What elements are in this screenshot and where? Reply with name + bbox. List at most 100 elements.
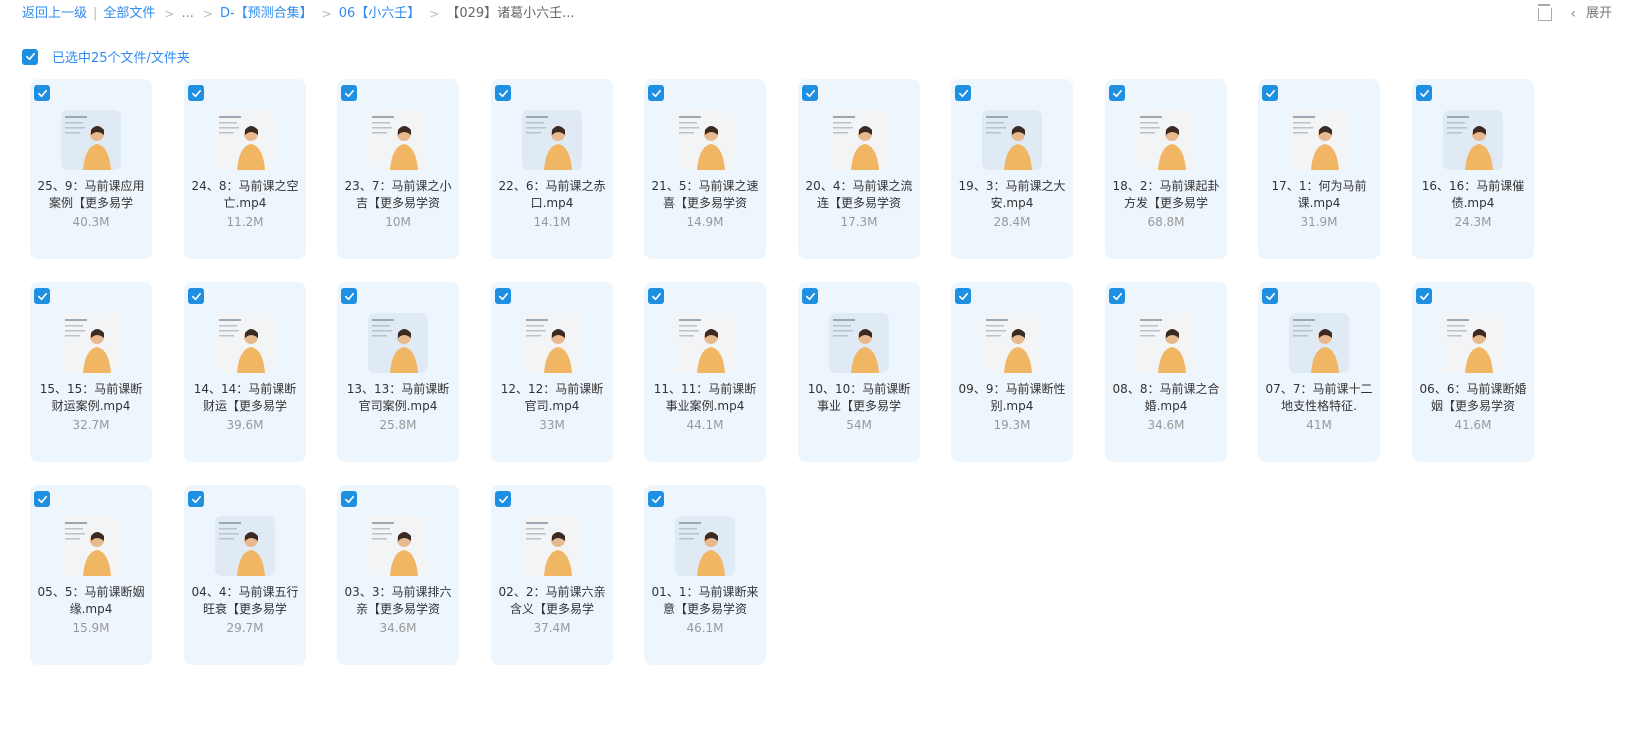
file-checkbox[interactable]	[495, 491, 511, 507]
check-icon	[344, 495, 354, 503]
file-name: 01、1：马前课断来意【更多易学资	[651, 585, 759, 616]
file-size: 19.3M	[993, 418, 1031, 432]
breadcrumb-level2[interactable]: 06【小六壬】	[339, 4, 421, 24]
file-checkbox[interactable]	[341, 288, 357, 304]
check-icon	[1112, 89, 1122, 97]
file-checkbox[interactable]	[1109, 85, 1125, 101]
file-card[interactable]: 16、16：马前课催债.mp4 24.3M	[1412, 79, 1534, 259]
file-checkbox[interactable]	[188, 491, 204, 507]
file-checkbox[interactable]	[1416, 85, 1432, 101]
file-card[interactable]: 08、8：马前课之合婚.mp4 34.6M	[1105, 282, 1227, 462]
file-checkbox[interactable]	[648, 288, 664, 304]
file-checkbox[interactable]	[188, 85, 204, 101]
file-checkbox[interactable]	[34, 288, 50, 304]
file-thumbnail[interactable]	[522, 313, 582, 373]
file-thumbnail[interactable]	[675, 313, 735, 373]
file-checkbox[interactable]	[495, 288, 511, 304]
file-thumbnail[interactable]	[368, 110, 428, 170]
file-thumbnail[interactable]	[368, 516, 428, 576]
file-card[interactable]: 05、5：马前课断姻缘.mp4 15.9M	[30, 485, 152, 665]
file-card[interactable]: 04、4：马前课五行旺衰【更多易学 29.7M	[184, 485, 306, 665]
file-card[interactable]: 17、1：何为马前课.mp4 31.9M	[1258, 79, 1380, 259]
file-card[interactable]: 19、3：马前课之大安.mp4 28.4M	[951, 79, 1073, 259]
video-thumbnail-image	[61, 110, 121, 170]
file-checkbox[interactable]	[648, 85, 664, 101]
breadcrumb-all-files[interactable]: 全部文件	[103, 4, 155, 24]
video-thumbnail-image	[215, 516, 275, 576]
file-card[interactable]: 22、6：马前课之赤口.mp4 14.1M	[491, 79, 613, 259]
file-thumbnail[interactable]	[215, 313, 275, 373]
file-thumbnail[interactable]	[1289, 110, 1349, 170]
file-checkbox[interactable]	[34, 491, 50, 507]
file-name: 19、3：马前课之大安.mp4	[958, 179, 1066, 210]
file-checkbox[interactable]	[341, 85, 357, 101]
file-thumbnail[interactable]	[675, 110, 735, 170]
file-thumbnail[interactable]	[61, 313, 121, 373]
check-icon	[1419, 89, 1429, 97]
file-card[interactable]: 18、2：马前课起卦方发【更多易学 68.8M	[1105, 79, 1227, 259]
file-card[interactable]: 24、8：马前课之空亡.mp4 11.2M	[184, 79, 306, 259]
file-thumbnail[interactable]	[1443, 313, 1503, 373]
file-checkbox[interactable]	[1416, 288, 1432, 304]
file-thumbnail[interactable]	[61, 516, 121, 576]
file-checkbox[interactable]	[188, 288, 204, 304]
file-thumbnail[interactable]	[982, 313, 1042, 373]
file-card[interactable]: 06、6：马前课断婚姻【更多易学资 41.6M	[1412, 282, 1534, 462]
file-card[interactable]: 11、11：马前课断事业案例.mp4 44.1M	[644, 282, 766, 462]
layout-icon[interactable]	[1538, 3, 1553, 21]
expand-button[interactable]: ‹ 展开	[1570, 4, 1612, 24]
file-thumbnail[interactable]	[522, 110, 582, 170]
select-all-checkbox[interactable]	[22, 48, 38, 65]
breadcrumb-divider: |	[93, 6, 98, 21]
file-thumbnail[interactable]	[1443, 110, 1503, 170]
file-card[interactable]: 12、12：马前课断官司.mp4 33M	[491, 282, 613, 462]
file-checkbox[interactable]	[1262, 85, 1278, 101]
file-card[interactable]: 01、1：马前课断来意【更多易学资 46.1M	[644, 485, 766, 665]
file-checkbox[interactable]	[802, 288, 818, 304]
file-card[interactable]: 23、7：马前课之小吉【更多易学资 10M	[337, 79, 459, 259]
file-checkbox[interactable]	[955, 288, 971, 304]
file-thumbnail[interactable]	[215, 110, 275, 170]
file-thumbnail[interactable]	[522, 516, 582, 576]
file-checkbox[interactable]	[955, 85, 971, 101]
check-icon	[498, 292, 508, 300]
file-checkbox[interactable]	[648, 491, 664, 507]
file-name: 03、3：马前课排六亲【更多易学资	[344, 585, 452, 616]
file-card[interactable]: 03、3：马前课排六亲【更多易学资 34.6M	[337, 485, 459, 665]
file-thumbnail[interactable]	[829, 110, 889, 170]
back-link[interactable]: 返回上一级	[22, 4, 87, 24]
file-size: 33M	[539, 418, 565, 432]
file-checkbox[interactable]	[1262, 288, 1278, 304]
file-card[interactable]: 21、5：马前课之速喜【更多易学资 14.9M	[644, 79, 766, 259]
breadcrumb-current: 【029】诸葛小六壬...	[446, 6, 575, 21]
file-thumbnail[interactable]	[61, 110, 121, 170]
file-card[interactable]: 13、13：马前课断官司案例.mp4 25.8M	[337, 282, 459, 462]
selection-count: 已选中25个文件/文件夹	[52, 51, 190, 66]
file-checkbox[interactable]	[1109, 288, 1125, 304]
file-checkbox[interactable]	[341, 491, 357, 507]
file-card[interactable]: 10、10：马前课断事业【更多易学 54M	[798, 282, 920, 462]
file-thumbnail[interactable]	[1289, 313, 1349, 373]
file-thumbnail[interactable]	[982, 110, 1042, 170]
file-checkbox[interactable]	[495, 85, 511, 101]
breadcrumb-level1[interactable]: D-【预测合集】	[220, 4, 313, 24]
file-name: 10、10：马前课断事业【更多易学	[807, 382, 911, 413]
file-thumbnail[interactable]	[215, 516, 275, 576]
file-card[interactable]: 09、9：马前课断性别.mp4 19.3M	[951, 282, 1073, 462]
file-card[interactable]: 07、7：马前课十二地支性格特征. 41M	[1258, 282, 1380, 462]
file-thumbnail[interactable]	[368, 313, 428, 373]
file-card[interactable]: 02、2：马前课六亲含义【更多易学 37.4M	[491, 485, 613, 665]
file-size: 11.2M	[226, 215, 264, 229]
file-card[interactable]: 25、9：马前课应用案例【更多易学 40.3M	[30, 79, 152, 259]
file-card[interactable]: 20、4：马前课之流连【更多易学资 17.3M	[798, 79, 920, 259]
file-card[interactable]: 15、15：马前课断财运案例.mp4 32.7M	[30, 282, 152, 462]
file-checkbox[interactable]	[34, 85, 50, 101]
file-thumbnail[interactable]	[1136, 313, 1196, 373]
file-thumbnail[interactable]	[829, 313, 889, 373]
breadcrumb-ellipsis[interactable]: ...	[181, 4, 193, 24]
file-card[interactable]: 14、14：马前课断财运【更多易学 39.6M	[184, 282, 306, 462]
check-icon	[191, 89, 201, 97]
file-thumbnail[interactable]	[1136, 110, 1196, 170]
file-thumbnail[interactable]	[675, 516, 735, 576]
file-checkbox[interactable]	[802, 85, 818, 101]
